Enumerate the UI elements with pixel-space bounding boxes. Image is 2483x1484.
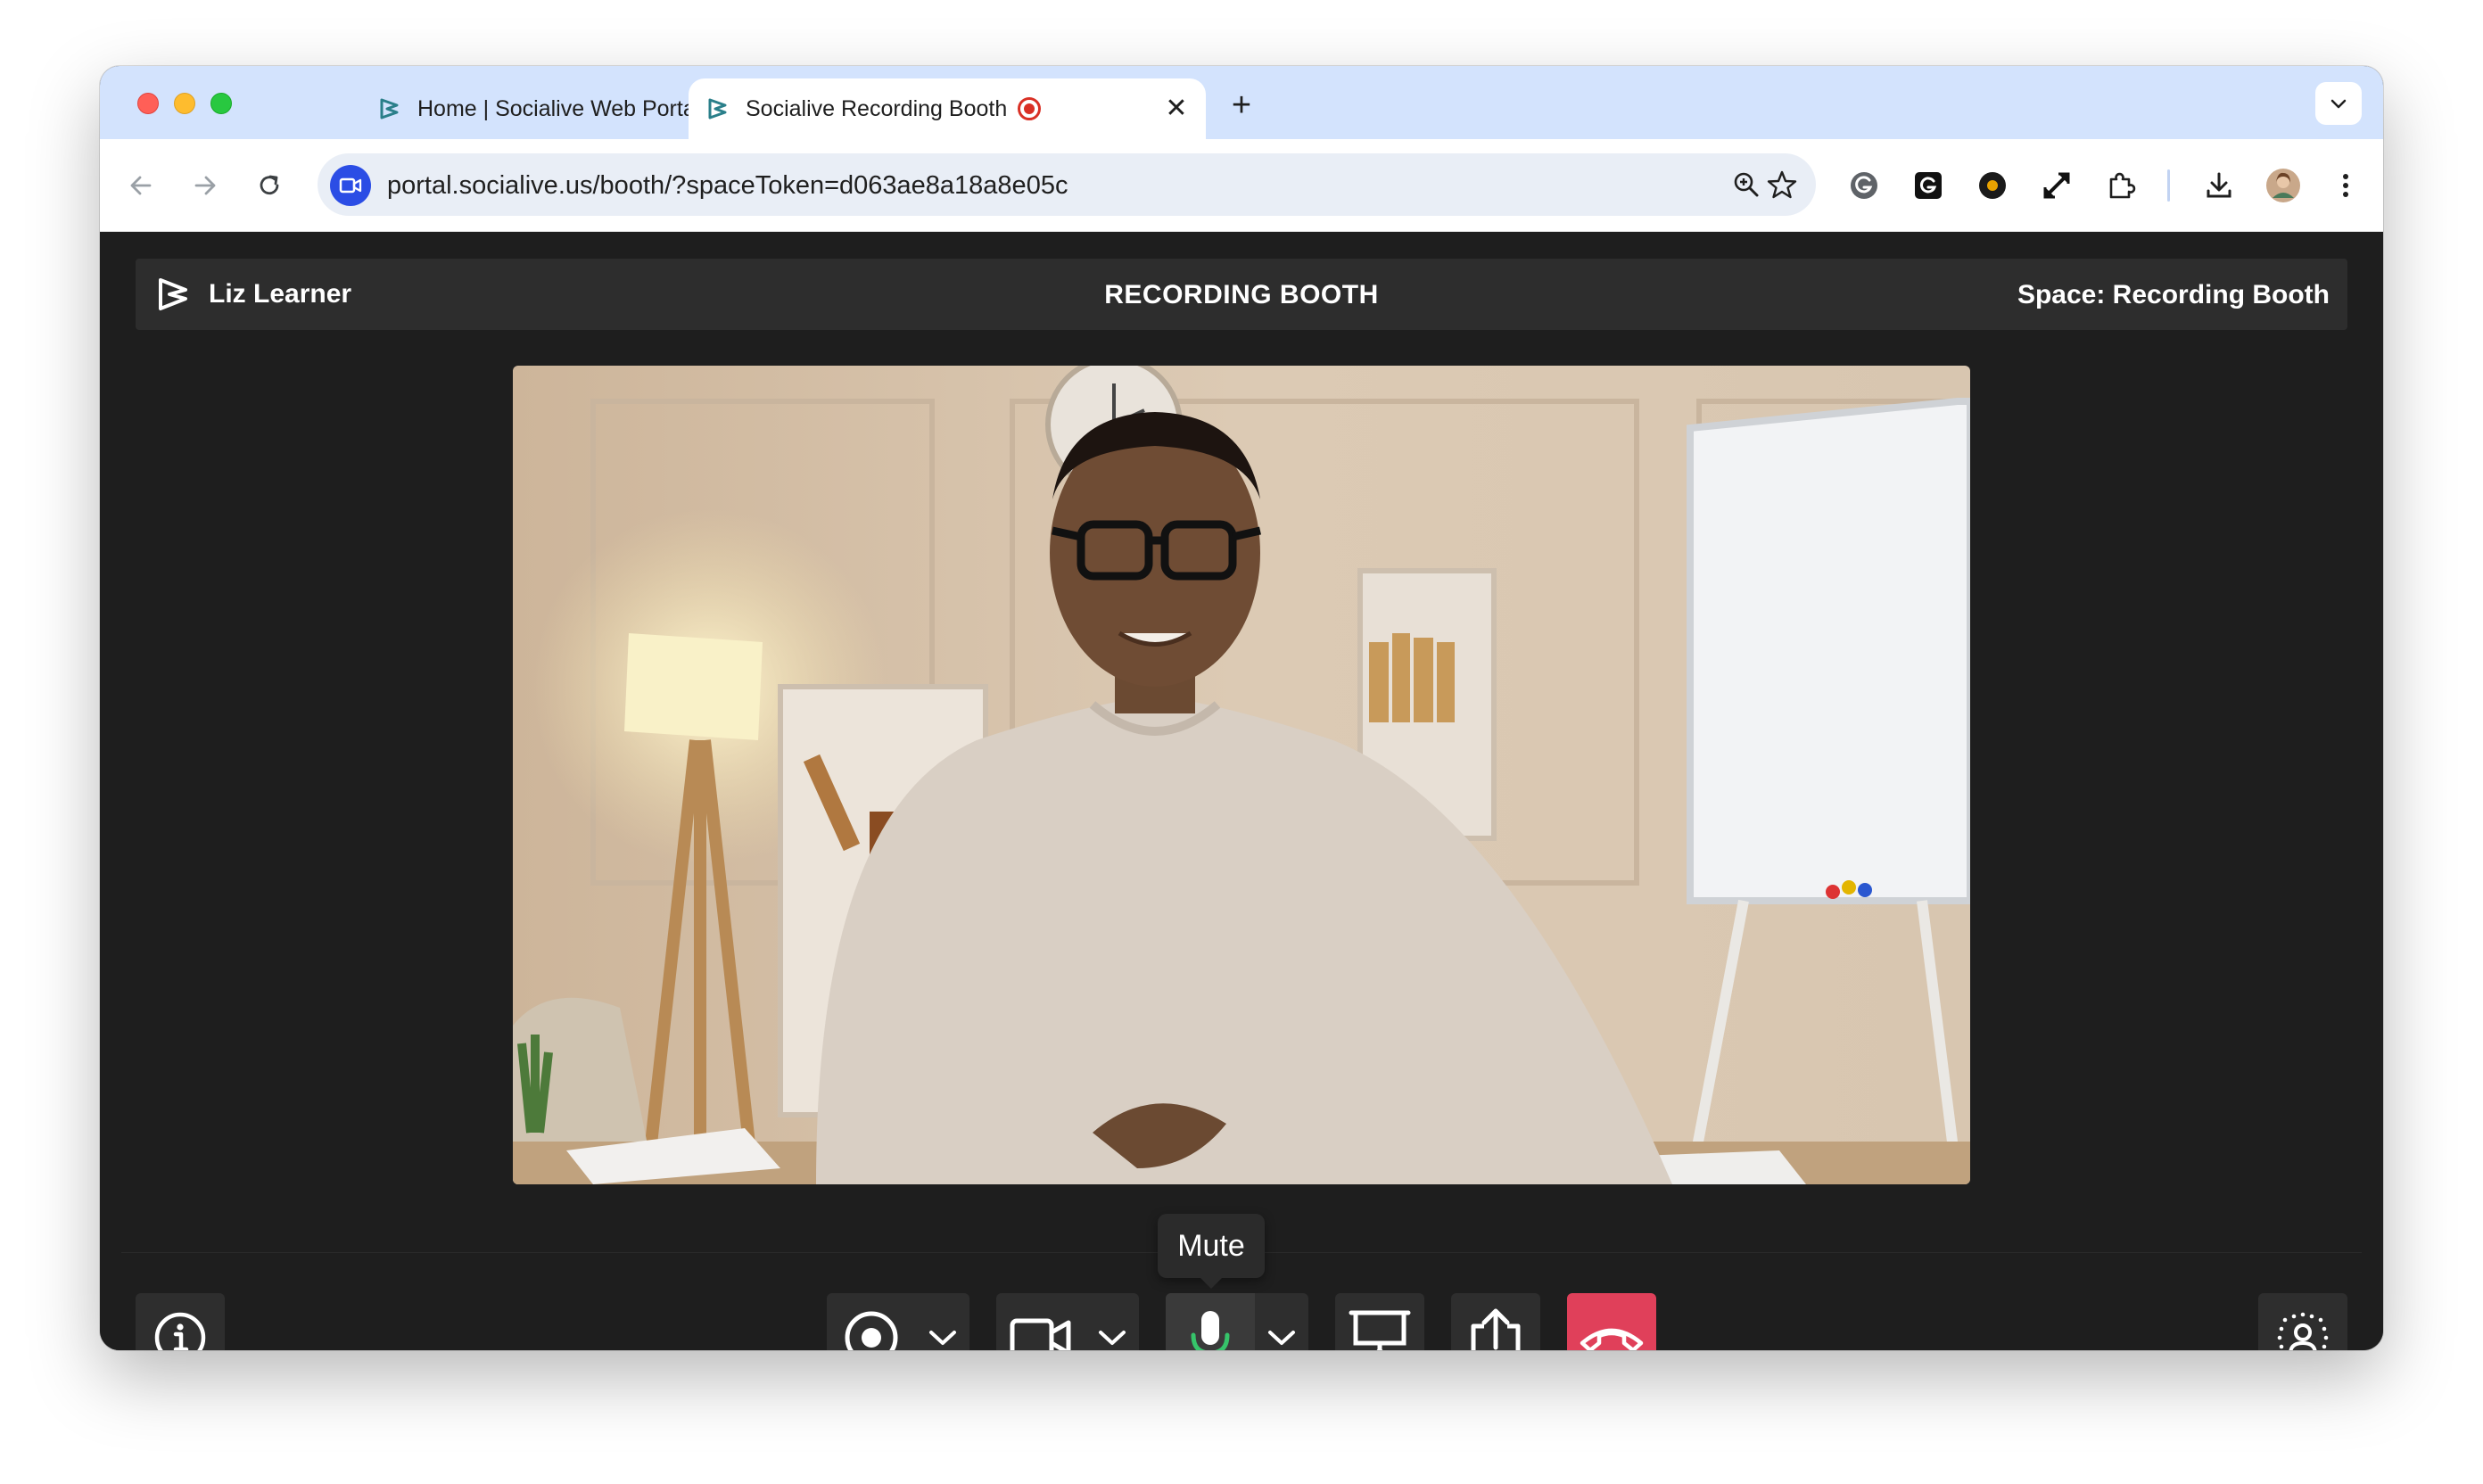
browser-toolbar: portal.socialive.us/booth/?spaceToken=d0…	[100, 139, 2383, 232]
camera-feed-image	[513, 366, 1970, 1184]
site-info-icon[interactable]	[330, 165, 371, 206]
socialive-favicon-icon	[376, 95, 403, 122]
hang-up-icon	[1567, 1293, 1656, 1350]
tab-title: Socialive Recording Booth	[746, 95, 1008, 121]
reload-icon	[260, 175, 279, 195]
arrow-left-icon	[130, 176, 152, 195]
grammarly-extension-icon[interactable]	[1846, 168, 1882, 203]
close-tab-icon[interactable]: ✕	[1163, 95, 1190, 122]
new-tab-button[interactable]: +	[1224, 87, 1259, 123]
minimize-window-button[interactable]	[174, 93, 195, 114]
record-options-button[interactable]	[916, 1293, 969, 1350]
record-icon	[845, 1311, 898, 1350]
share-button[interactable]	[1451, 1293, 1540, 1350]
mute-button[interactable]	[1166, 1293, 1255, 1350]
background-effects-button[interactable]	[2258, 1293, 2347, 1350]
forward-button[interactable]	[186, 166, 225, 205]
chevron-down-icon	[1099, 1331, 1126, 1345]
microphone-options-button[interactable]	[1255, 1293, 1308, 1350]
microphone-control	[1166, 1293, 1308, 1350]
profile-avatar[interactable]	[2265, 168, 2301, 203]
tab-title: Home | Socialive Web Portal	[417, 95, 701, 121]
honey-extension-icon[interactable]	[1975, 168, 2010, 203]
video-camera-icon	[1010, 1318, 1071, 1350]
downloads-icon[interactable]	[2201, 168, 2237, 203]
camera-toggle-button[interactable]	[996, 1293, 1085, 1350]
tab-search-button[interactable]	[2315, 82, 2362, 125]
tab-recording-booth[interactable]: Socialive Recording Booth ✕	[689, 78, 1206, 139]
recording-indicator-icon	[1018, 97, 1042, 120]
browser-window: Home | Socialive Web Portal ✕ Socialive …	[100, 66, 2383, 1350]
back-button[interactable]	[121, 166, 161, 205]
info-button[interactable]	[136, 1293, 225, 1350]
url-text: portal.socialive.us/booth/?spaceToken=d0…	[387, 171, 1068, 200]
mute-tooltip: Mute	[1158, 1214, 1265, 1289]
page-title: RECORDING BOOTH	[1104, 280, 1379, 309]
record-control	[827, 1293, 969, 1350]
camera-control	[996, 1293, 1139, 1350]
chevron-down-icon	[929, 1331, 956, 1345]
expand-extension-icon[interactable]	[2039, 168, 2075, 203]
record-button[interactable]	[827, 1293, 916, 1350]
address-bar[interactable]: portal.socialive.us/booth/?spaceToken=d0…	[318, 153, 1816, 216]
reload-button[interactable]	[250, 166, 289, 205]
close-window-button[interactable]	[137, 93, 159, 114]
camera-preview	[513, 366, 1970, 1184]
info-icon	[136, 1293, 225, 1350]
arrow-right-icon	[194, 176, 216, 195]
zoom-icon[interactable]	[1730, 169, 1762, 201]
browser-menu-icon[interactable]	[2328, 168, 2363, 203]
present-button[interactable]	[1335, 1293, 1424, 1350]
window-controls	[137, 93, 232, 114]
end-call-button[interactable]	[1567, 1293, 1656, 1350]
maximize-window-button[interactable]	[210, 93, 232, 114]
app-content: Liz Learner RECORDING BOOTH Space: Recor…	[100, 232, 2383, 1350]
chevron-down-icon	[2330, 99, 2347, 109]
toolbar-separator	[2167, 169, 2170, 202]
tab-strip: Home | Socialive Web Portal ✕ Socialive …	[100, 66, 2383, 139]
microphone-icon	[1191, 1311, 1230, 1350]
share-upload-icon	[1451, 1293, 1540, 1350]
space-label: Space: Recording Booth	[2017, 280, 2330, 309]
app-header: Liz Learner RECORDING BOOTH Space: Recor…	[136, 259, 2347, 330]
bookmark-star-icon[interactable]	[1766, 169, 1798, 201]
camera-options-button[interactable]	[1085, 1293, 1139, 1350]
chevron-down-icon	[1268, 1331, 1295, 1345]
socialive-favicon-icon	[705, 95, 731, 122]
g-extension-icon[interactable]	[1910, 168, 1946, 203]
presentation-icon	[1335, 1293, 1424, 1350]
background-blur-icon	[2258, 1293, 2347, 1350]
extensions-puzzle-icon[interactable]	[2103, 168, 2139, 203]
